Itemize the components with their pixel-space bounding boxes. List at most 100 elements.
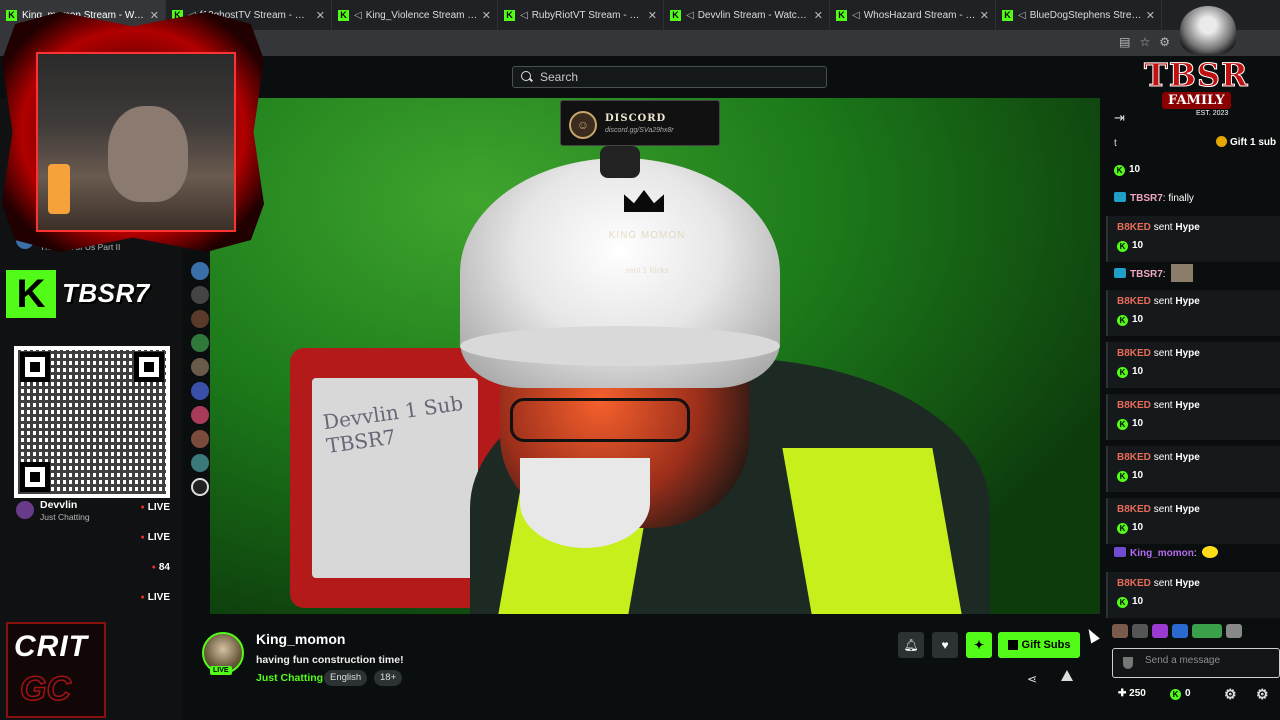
close-tab-icon[interactable]: ✕ — [814, 9, 823, 22]
emote-button[interactable] — [1152, 624, 1168, 638]
sidebar-channel-item[interactable]: LIVE — [14, 588, 174, 616]
kicks-coin-icon: K — [1117, 419, 1128, 430]
subscriber-badge-icon — [1114, 268, 1126, 278]
report-icon[interactable] — [1061, 670, 1073, 681]
share-icon[interactable]: ⋖ — [1027, 672, 1037, 686]
kicks-coin-icon: K — [1117, 597, 1128, 608]
channel-avatar[interactable] — [191, 358, 209, 376]
bell-icon: 🔔︎ — [903, 638, 919, 652]
channel-avatar[interactable] — [191, 382, 209, 400]
chat-username[interactable]: B8KED — [1117, 504, 1151, 515]
chat-footer: ✚ 250 K0 ⚙ ⚙ — [1100, 684, 1280, 708]
channel-name[interactable]: King_momon — [256, 631, 345, 647]
discord-title: DISCORD — [605, 113, 667, 124]
close-tab-icon[interactable]: ✕ — [316, 9, 325, 22]
tab-title: RubyRiotVT Stream - Watch Live on Kick — [531, 9, 644, 21]
face-mask — [520, 458, 650, 548]
browser-window: KKing_momon Stream - Watch Live on Kick✕… — [0, 0, 1280, 720]
kicks-button[interactable]: ✦ — [966, 632, 992, 658]
search-input[interactable] — [540, 70, 800, 84]
lamp-prop — [48, 164, 70, 214]
browser-tab[interactable]: K ◁King_Violence Stream - Watch Live on K… — [332, 0, 498, 30]
viewer-count: 84 — [152, 562, 170, 573]
chat-settings-icon[interactable]: ⚙ — [1224, 686, 1237, 703]
channel-avatar[interactable] — [191, 334, 209, 352]
chat-username[interactable]: B8KED — [1117, 400, 1151, 411]
close-tab-icon[interactable]: ✕ — [980, 9, 989, 22]
channel-avatar[interactable] — [191, 478, 209, 496]
stream-info-bar: LIVE King_momon having fun construction … — [182, 614, 1100, 720]
chat-pinned-bar: t Gift 1 sub — [1114, 136, 1277, 149]
channel-avatar[interactable] — [191, 310, 209, 328]
discord-overlay: ☺ DISCORD discord.gg/SVa29hx8r — [560, 100, 720, 146]
reader-icon[interactable]: ▤ — [1119, 35, 1130, 49]
tab-title: Devvlin Stream - Watch Live on Kick — [697, 9, 810, 21]
chat-text: finally — [1168, 193, 1194, 204]
close-tab-icon[interactable]: ✕ — [482, 9, 491, 22]
chat-settings-icon[interactable]: ⚙ — [1256, 686, 1269, 703]
viewer-count: LIVE — [141, 532, 170, 543]
chat-username[interactable]: B8KED — [1117, 578, 1151, 589]
kick-favicon-icon: K — [836, 9, 847, 21]
kicks-coin-icon: K — [1114, 165, 1125, 176]
browser-tab[interactable]: K ◁BlueDogStephens Stream - Watch Live on… — [996, 0, 1162, 30]
chat-gift-event: B8KED sent Hype K 10 — [1106, 572, 1280, 618]
subscriber-badge-icon — [1114, 547, 1126, 557]
chat-username[interactable]: King_momon — [1130, 548, 1194, 559]
kicks-coin-icon: K — [1170, 689, 1181, 700]
sidebar-channel-item[interactable]: 84 — [14, 558, 174, 586]
qr-code — [14, 346, 170, 498]
chat-username[interactable]: TBSR7 — [1130, 269, 1163, 280]
channel-avatar[interactable] — [191, 406, 209, 424]
collapse-chat-icon[interactable]: ⇥ — [1114, 110, 1125, 126]
sidebar-channel-item[interactable]: LIVE — [14, 528, 174, 556]
emote-button[interactable] — [1226, 624, 1242, 638]
chat-message-input[interactable] — [1145, 655, 1275, 666]
video-player[interactable]: Devvlin 1 Sub TBSR7 KING MOMON sent 1 Ki… — [210, 98, 1100, 614]
emote-button[interactable] — [1172, 624, 1188, 638]
emote-button[interactable] — [1112, 624, 1128, 638]
channel-avatar[interactable] — [191, 430, 209, 448]
chat-username[interactable]: TBSR7 — [1130, 193, 1163, 204]
emote-button[interactable] — [1132, 624, 1148, 638]
kick-favicon-icon: K — [504, 9, 515, 21]
rating-tag[interactable]: 18+ — [374, 670, 403, 686]
gift-subs-button[interactable]: Gift Subs — [998, 632, 1080, 658]
alert-message: sent 1 Kicks — [625, 266, 669, 275]
viewer-count: LIVE — [141, 592, 170, 603]
language-tag[interactable]: English — [324, 670, 368, 686]
browser-tab[interactable]: K ◁WhosHazard Stream - Watch Live on Kick… — [830, 0, 996, 30]
channel-avatar[interactable] — [191, 286, 209, 304]
search-box[interactable] — [512, 66, 827, 88]
browser-tab[interactable]: K ◁Devvlin Stream - Watch Live on Kick ✕ — [664, 0, 830, 30]
sidebar-channel-item[interactable]: DevvlinJust Chatting LIVE — [14, 498, 174, 526]
alert-name: KING MOMON — [608, 230, 686, 241]
kick-logo-icon: K — [6, 270, 56, 318]
chat-username[interactable]: B8KED — [1117, 452, 1151, 463]
speaker-icon: ◁ — [686, 9, 694, 21]
browser-tab[interactable]: K ◁RubyRiotVT Stream - Watch Live on Kick… — [498, 0, 664, 30]
emote-button[interactable] — [1192, 624, 1222, 638]
tbsr-family-logo: TBSR FAMILY EST. 2023 — [1140, 4, 1276, 122]
chat-gift-event: B8KED sent Hype K 10 — [1106, 394, 1280, 440]
live-badge: LIVE — [210, 666, 232, 675]
chat-input-box[interactable] — [1112, 648, 1280, 678]
close-tab-icon[interactable]: ✕ — [648, 9, 657, 22]
channel-points[interactable]: ✚ 250 — [1118, 688, 1146, 699]
whiteboard-prop: Devvlin 1 Sub TBSR7 — [290, 348, 500, 608]
chat-panel: ⇥ t Gift 1 sub K 10 TBSR7: finally B8KED se… — [1100, 98, 1280, 720]
chat-username[interactable]: B8KED — [1117, 222, 1151, 233]
chat-username[interactable]: B8KED — [1117, 296, 1151, 307]
notification-bell-button[interactable]: 🔔︎ — [898, 632, 924, 658]
chat-username[interactable]: B8KED — [1117, 348, 1151, 359]
channel-avatar[interactable] — [191, 262, 209, 280]
kicks-balance[interactable]: K0 — [1170, 688, 1191, 700]
shield-icon — [1123, 657, 1133, 669]
channel-avatar[interactable] — [191, 454, 209, 472]
stream-category[interactable]: Just Chatting — [256, 672, 323, 684]
kick-username-overlay: TBSR7 — [62, 278, 150, 308]
follow-button[interactable]: ♥ — [932, 632, 958, 658]
discord-url: discord.gg/SVa29hx8r — [605, 127, 674, 134]
gift-icon — [1007, 640, 1018, 650]
gift-one-sub-button[interactable]: Gift 1 sub — [1216, 136, 1276, 148]
